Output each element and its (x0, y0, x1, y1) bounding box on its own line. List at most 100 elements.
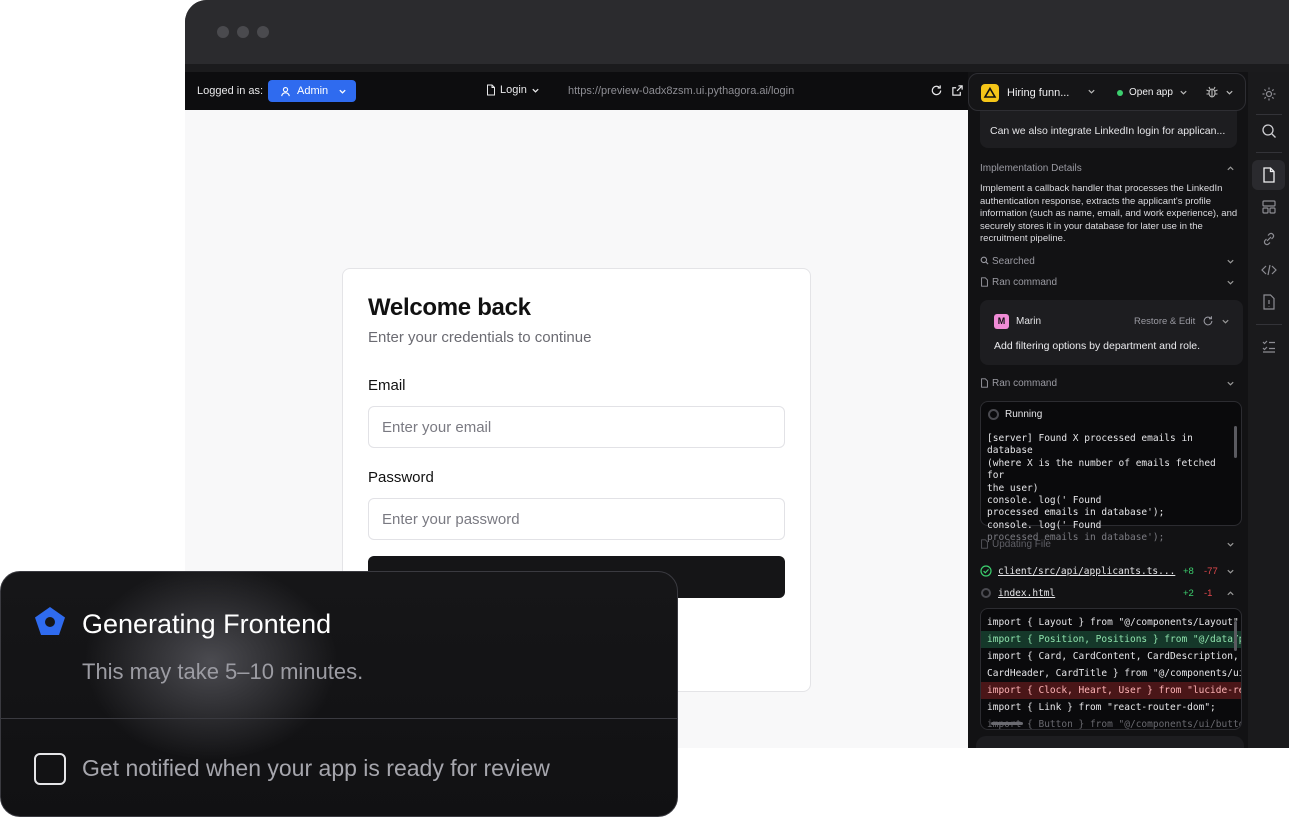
assistant-panel: Can we also integrate LinkedIn login for… (968, 72, 1248, 748)
layout-icon[interactable] (1259, 197, 1279, 217)
file-icon[interactable] (1259, 165, 1279, 185)
lines-added: +8 (1183, 566, 1194, 577)
chevron-down-icon[interactable] (1226, 379, 1235, 388)
restore-edit-button[interactable]: Restore & Edit (1134, 316, 1195, 327)
chevron-down-icon[interactable] (1226, 540, 1235, 549)
user-name: Marin (1016, 316, 1042, 327)
checklist-icon[interactable] (1259, 336, 1279, 356)
bug-icon[interactable] (1205, 85, 1219, 99)
login-title: Welcome back (368, 294, 531, 321)
email-label: Email (368, 377, 406, 394)
chevron-down-icon[interactable] (1226, 278, 1235, 287)
check-circle-icon (980, 565, 992, 577)
chevron-down-icon (1180, 90, 1187, 95)
window-dot-minimize[interactable] (237, 26, 249, 38)
spinner-icon (988, 409, 999, 420)
chevron-down-icon (531, 86, 540, 95)
code-line: CardHeader, CardTitle } from "@/componen… (987, 668, 1242, 679)
open-external-icon[interactable] (951, 84, 964, 97)
tool-rail (1248, 72, 1289, 748)
window-dot-maximize[interactable] (257, 26, 269, 38)
file-icon (486, 84, 496, 96)
code-line-removed: import { Clock, Heart, User } from "luci… (981, 682, 1241, 699)
file-name[interactable]: client/src/api/applicants.ts... (998, 566, 1175, 577)
password-label: Password (368, 469, 434, 486)
chevron-down-icon[interactable] (1226, 567, 1235, 576)
window-dot-close[interactable] (217, 26, 229, 38)
spinner-icon (981, 588, 991, 598)
lines-removed: -1 (1204, 588, 1213, 599)
rail-divider (1256, 324, 1282, 325)
code-line: import { Card, CardContent, CardDescript… (987, 651, 1242, 662)
chevron-down-icon (338, 87, 347, 96)
page-select-label: Login (500, 84, 527, 96)
preview-toolbar: Logged in as: Admin Login https://previe… (185, 72, 968, 110)
file-row[interactable]: client/src/api/applicants.ts... +8 -77 (980, 564, 1240, 580)
password-field[interactable] (368, 498, 785, 540)
email-field[interactable] (368, 406, 785, 448)
open-app-label: Open app (1129, 87, 1173, 98)
chevron-up-icon[interactable] (1226, 589, 1235, 598)
pythagora-logo-icon (34, 606, 66, 636)
terminal-scrollbar[interactable] (1234, 426, 1237, 458)
code-scrollbar-horizontal[interactable] (991, 722, 1023, 725)
frame-separator (185, 64, 1289, 72)
role-select-button[interactable]: Admin (268, 80, 356, 102)
settings-icon[interactable] (1259, 84, 1279, 104)
searched-label[interactable]: Searched (992, 256, 1035, 267)
status-dot (1117, 89, 1123, 96)
terminal-line: processed emails in database'); (987, 507, 1165, 519)
terminal-line: the user) (987, 482, 1039, 494)
rail-divider (1256, 114, 1282, 115)
search-icon[interactable] (1259, 121, 1279, 141)
code-scrollbar-vertical[interactable] (1234, 621, 1237, 651)
ran-command-label[interactable]: Ran command (992, 277, 1057, 288)
code-icon[interactable] (1259, 260, 1279, 280)
file-icon (980, 277, 989, 287)
page-select[interactable]: Login (486, 84, 540, 96)
notify-label[interactable]: Get notified when your app is ready for … (82, 755, 550, 782)
preview-url[interactable]: https://preview-0adx8zsm.ui.pythagora.ai… (568, 85, 794, 97)
file-name[interactable]: index.html (998, 588, 1055, 599)
toast-subtitle: This may take 5–10 minutes. (82, 659, 364, 684)
file-icon (980, 539, 989, 549)
alert-file-icon[interactable] (1259, 292, 1279, 312)
code-line-added: import { Position, Positions } from "@/d… (981, 631, 1241, 648)
open-app-button[interactable]: Open app (1117, 87, 1188, 98)
terminal-line: console. log(' Found (987, 495, 1102, 507)
terminal-line: (where X is the number of emails fetched… (987, 457, 1216, 482)
user-message-text: Add filtering options by department and … (994, 340, 1201, 352)
chevron-down-icon[interactable] (1087, 87, 1096, 96)
toast-title: Generating Frontend (82, 609, 332, 639)
terminal-output: Running [server] Found X processed email… (980, 401, 1242, 543)
window-titlebar (185, 0, 1289, 64)
code-diff: import { Layout } from "@/components/Lay… (980, 608, 1242, 730)
terminal-lines: [server] Found X processed emails in dat… (987, 433, 1227, 545)
file-row[interactable]: index.html +2 -1 (980, 586, 1240, 602)
chevron-up-icon[interactable] (1226, 164, 1235, 173)
toast-divider (1, 718, 677, 719)
file-icon (980, 378, 989, 388)
project-bar: Hiring funn... Open app (968, 73, 1246, 111)
user-icon (280, 86, 291, 97)
lines-removed: -77 (1204, 566, 1218, 577)
restore-icon[interactable] (1202, 315, 1214, 327)
chevron-down-icon[interactable] (1225, 88, 1234, 97)
login-subtitle: Enter your credentials to continue (368, 329, 592, 346)
implementation-details-header[interactable]: Implementation Details (980, 163, 1082, 174)
implementation-details-text: Implement a callback handler that proces… (980, 183, 1238, 244)
code-line: import { Layout } from "@/components/Lay… (987, 617, 1239, 628)
search-icon (980, 256, 989, 265)
notify-checkbox[interactable] (34, 753, 66, 785)
link-icon[interactable] (1259, 229, 1279, 249)
lines-added: +2 (1183, 588, 1194, 599)
chevron-down-icon[interactable] (1221, 317, 1230, 326)
terminal-line: console. log(' Found (987, 519, 1102, 531)
project-name[interactable]: Hiring funn... (1007, 87, 1069, 99)
running-label: Running (1005, 409, 1043, 420)
chevron-down-icon[interactable] (1226, 257, 1235, 266)
chat-input[interactable] (976, 736, 1244, 748)
refresh-icon[interactable] (930, 84, 943, 97)
updating-file-label[interactable]: Updating File (992, 539, 1051, 550)
ran-command-label[interactable]: Ran command (992, 378, 1057, 389)
